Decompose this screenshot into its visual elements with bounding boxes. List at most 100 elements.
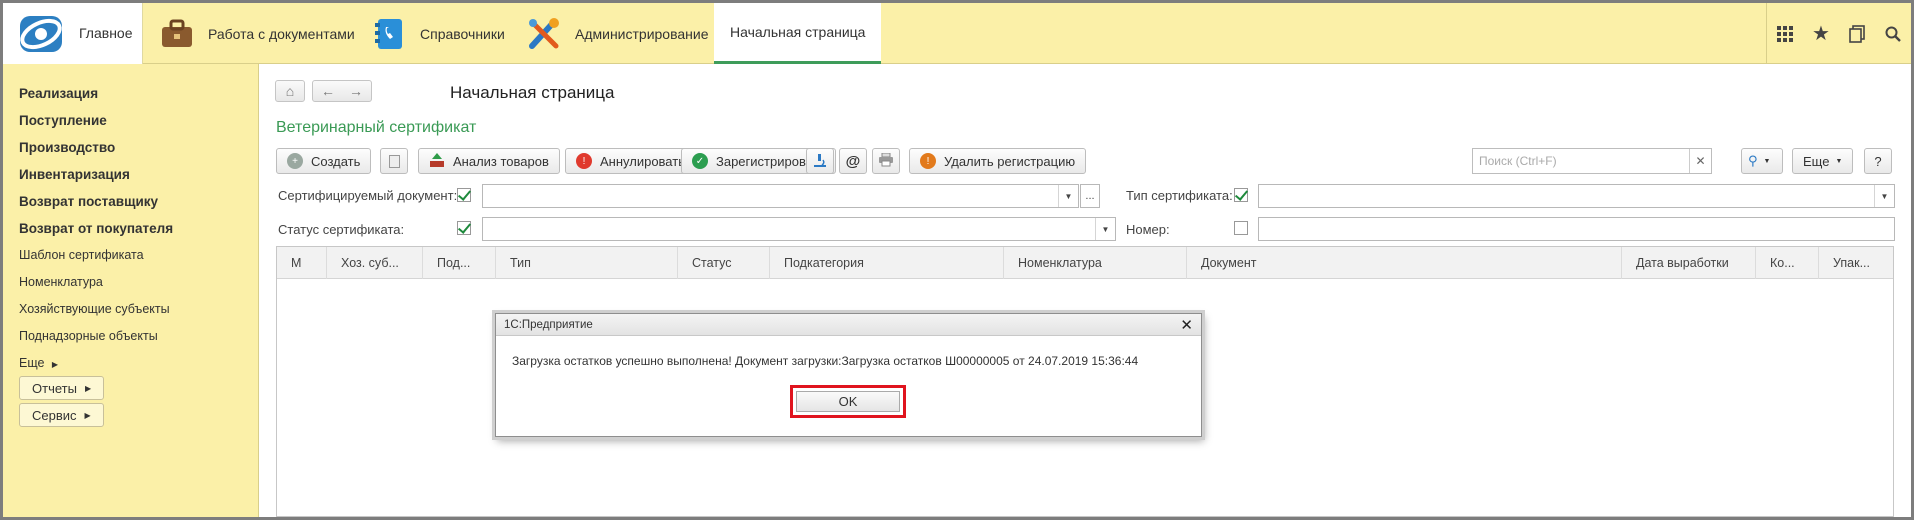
sidebar-item-objects[interactable]: Поднадзорные объекты: [19, 329, 158, 343]
home-section[interactable]: Главное: [3, 3, 143, 64]
help-icon: ?: [1874, 153, 1882, 169]
email-button[interactable]: @: [839, 148, 867, 174]
column-header[interactable]: Упак...: [1819, 247, 1895, 279]
ok-button[interactable]: OK: [796, 391, 900, 412]
annul-button[interactable]: ! Аннулировать: [565, 148, 696, 174]
number-field[interactable]: [1258, 217, 1895, 241]
app-window: Главное Работа с документами Справочники…: [3, 3, 1911, 517]
search-placeholder: Поиск (Ctrl+F): [1479, 154, 1557, 168]
shield-delete-icon: !: [920, 153, 936, 169]
service-button[interactable]: Сервис ▶: [19, 403, 104, 427]
form-title: Ветеринарный сертификат: [276, 119, 477, 136]
select-dots-button[interactable]: ...: [1080, 184, 1100, 208]
sidebar-item-cert-template[interactable]: Шаблон сертификата: [19, 248, 144, 262]
cert-doc-label: Сертифицируемый документ:: [278, 188, 458, 203]
copy-icon: [388, 154, 400, 168]
column-header[interactable]: Под...: [423, 247, 496, 279]
printer-icon: [878, 152, 894, 170]
tab-start-page[interactable]: Начальная страница: [714, 3, 882, 64]
cert-status-label: Статус сертификата:: [278, 222, 405, 237]
delete-registration-label: Удалить регистрацию: [944, 153, 1076, 169]
create-button[interactable]: + Создать: [276, 148, 372, 174]
cert-type-field[interactable]: ▼: [1258, 184, 1895, 208]
sidebar-item-nomenclature[interactable]: Номенклатура: [19, 275, 103, 289]
search-options-button[interactable]: ⚲ ▼: [1741, 148, 1783, 174]
analysis-icon: [429, 152, 445, 171]
grid-icon[interactable]: [1767, 3, 1803, 64]
sidebar-item-inventory[interactable]: Инвентаризация: [19, 167, 130, 182]
top-right-tools: ★: [1766, 3, 1911, 64]
arrow-left-icon[interactable]: ←: [321, 83, 335, 99]
nav-refs-label: Справочники: [420, 25, 505, 42]
page-title: Начальная страница: [450, 83, 615, 102]
close-icon[interactable]: ✕: [1180, 316, 1193, 334]
history-icon[interactable]: [1839, 3, 1875, 64]
ok-button-highlight: OK: [790, 385, 906, 418]
reports-button[interactable]: Отчеты ▶: [19, 376, 105, 400]
cert-type-checkbox[interactable]: [1234, 188, 1248, 202]
print-button[interactable]: [872, 148, 900, 174]
sidebar-item-return-customer[interactable]: Возврат от покупателя: [19, 221, 173, 236]
sidebar-item-receipts[interactable]: Поступление: [19, 113, 107, 128]
analysis-label: Анализ товаров: [453, 153, 549, 169]
column-header[interactable]: Номенклатура: [1004, 247, 1187, 279]
column-header[interactable]: М: [277, 247, 327, 279]
home-icon: ⌂: [285, 83, 295, 99]
column-header[interactable]: Статус: [678, 247, 770, 279]
create-label: Создать: [311, 153, 361, 169]
more-button[interactable]: Еще ▼: [1792, 148, 1854, 174]
more-label: Еще: [1803, 153, 1830, 169]
help-button[interactable]: ?: [1864, 148, 1892, 174]
cert-status-checkbox[interactable]: [457, 221, 471, 235]
microscope-button[interactable]: [806, 148, 834, 174]
shield-register-icon: ✓: [692, 153, 708, 169]
sidebar-item-production[interactable]: Производство: [19, 140, 115, 155]
column-header[interactable]: Подкатегория: [770, 247, 1004, 279]
cert-doc-field[interactable]: ▼ ...: [482, 184, 1100, 208]
nav-admin-label: Администрирование: [575, 25, 709, 42]
annul-label: Аннулировать: [600, 153, 685, 169]
search-input[interactable]: Поиск (Ctrl+F) ✕: [1472, 148, 1712, 174]
briefcase-icon: [158, 15, 196, 53]
plus-icon: +: [287, 153, 303, 169]
arrow-right-icon[interactable]: →: [349, 83, 363, 99]
dialog-title: 1С:Предприятие: [504, 318, 593, 331]
reports-button-label: Отчеты: [32, 380, 77, 396]
chevron-down-icon[interactable]: ▼: [1874, 185, 1894, 207]
message-dialog: 1С:Предприятие ✕ Загрузка остатков успеш…: [495, 313, 1202, 437]
sidebar-item-sales[interactable]: Реализация: [19, 86, 98, 101]
number-checkbox[interactable]: [1234, 221, 1248, 235]
column-header[interactable]: Тип: [496, 247, 678, 279]
at-icon: @: [845, 152, 861, 170]
column-header[interactable]: Ко...: [1756, 247, 1819, 279]
cert-doc-checkbox[interactable]: [457, 188, 471, 202]
chevron-down-icon: ▼: [1763, 157, 1771, 165]
analysis-button[interactable]: Анализ товаров: [418, 148, 560, 174]
back-forward-buttons[interactable]: ← →: [312, 80, 372, 102]
clear-search-icon[interactable]: ✕: [1689, 149, 1711, 173]
chevron-down-icon[interactable]: ▼: [1095, 218, 1115, 240]
column-header[interactable]: Дата выработки: [1622, 247, 1756, 279]
cert-status-field[interactable]: ▼: [482, 217, 1116, 241]
nav-admin[interactable]: Администрирование: [525, 3, 709, 64]
sidebar-item-more[interactable]: Еще ▶: [19, 356, 58, 370]
home-nav-button[interactable]: ⌂: [275, 80, 305, 102]
search-icon[interactable]: [1875, 3, 1911, 64]
delete-registration-button[interactable]: ! Удалить регистрацию: [909, 148, 1087, 174]
top-navigation-bar: Главное Работа с документами Справочники…: [3, 3, 1911, 64]
column-header[interactable]: Хоз. суб...: [327, 247, 423, 279]
sidebar-more-label: Еще: [19, 356, 45, 370]
sidebar-item-return-supplier[interactable]: Возврат поставщику: [19, 194, 158, 209]
sidebar-item-entities[interactable]: Хозяйствующие субъекты: [19, 302, 170, 316]
microscope-icon: [812, 152, 828, 171]
column-header[interactable]: Документ: [1187, 247, 1622, 279]
phonebook-icon: [370, 15, 408, 53]
copy-button[interactable]: [380, 148, 408, 174]
cert-type-label: Тип сертификата:: [1126, 188, 1233, 203]
nav-docs[interactable]: Работа с документами: [158, 3, 355, 64]
chevron-down-icon[interactable]: ▼: [1058, 185, 1078, 207]
star-icon[interactable]: ★: [1803, 3, 1839, 64]
nav-refs[interactable]: Справочники: [370, 3, 505, 64]
sidebar: Реализация Поступление Производство Инве…: [3, 64, 259, 517]
shield-annul-icon: !: [576, 153, 592, 169]
